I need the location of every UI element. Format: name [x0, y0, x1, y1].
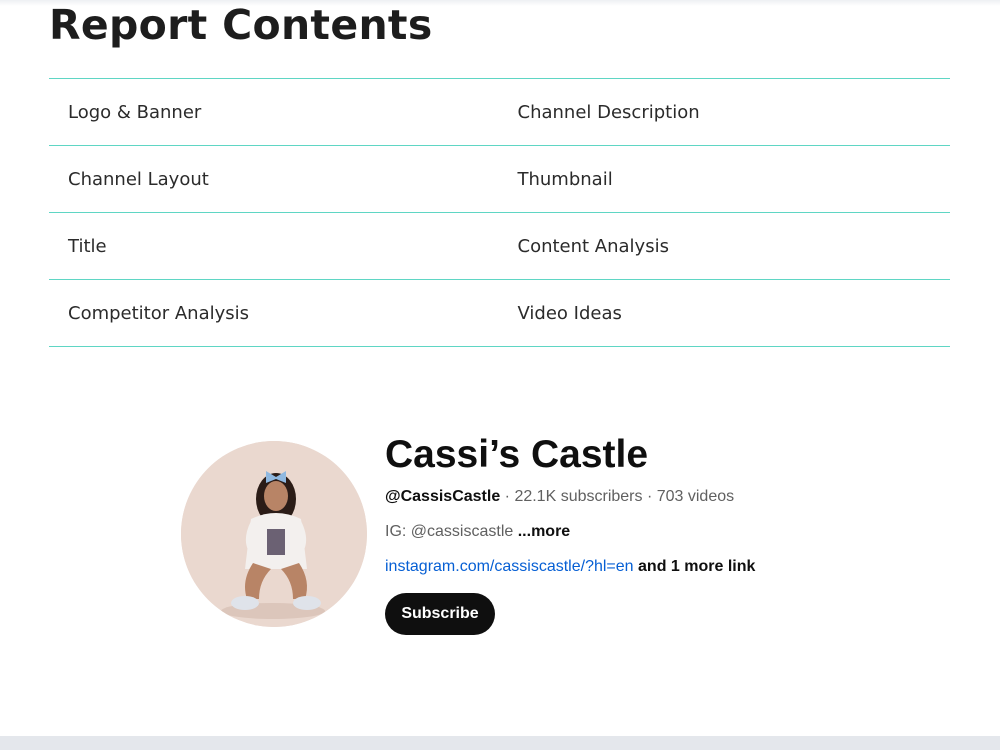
channel-description[interactable]: IG: @cassiscastle ...more — [385, 523, 570, 541]
bottom-bar — [0, 736, 1000, 750]
table-row: Channel Layout Thumbnail — [49, 146, 950, 213]
meta-separator: · — [500, 488, 515, 505]
contents-item-competitor-analysis: Competitor Analysis — [68, 302, 250, 324]
contents-item-content-analysis: Content Analysis — [517, 235, 669, 257]
report-contents-table: Logo & Banner Channel Description Channe… — [49, 78, 950, 347]
contents-item-logo-banner: Logo & Banner — [68, 101, 202, 123]
channel-header-screenshot: Cassi’s Castle @CassisCastle · 22.1K sub… — [180, 432, 820, 642]
contents-item-video-ideas: Video Ideas — [517, 302, 622, 324]
description-text: IG: @cassiscastle — [385, 523, 514, 540]
subscribe-button[interactable]: Subscribe — [385, 593, 495, 635]
contents-item-channel-description: Channel Description — [517, 101, 700, 123]
channel-meta: @CassisCastle · 22.1K subscribers · 703 … — [385, 488, 734, 506]
channel-avatar[interactable] — [181, 441, 367, 627]
subscriber-count: 22.1K subscribers — [514, 488, 643, 505]
contents-item-thumbnail: Thumbnail — [517, 168, 613, 190]
table-row: Logo & Banner Channel Description — [49, 79, 950, 146]
page-title: Report Contents — [49, 1, 433, 49]
avatar-person-illustration — [181, 441, 367, 627]
channel-handle[interactable]: @CassisCastle — [385, 488, 500, 505]
instagram-link[interactable]: instagram.com/cassiscastle/?hl=en — [385, 558, 634, 575]
more-links[interactable]: and 1 more link — [638, 558, 755, 575]
contents-item-title: Title — [68, 235, 107, 257]
more-link[interactable]: ...more — [518, 523, 570, 540]
contents-item-channel-layout: Channel Layout — [68, 168, 209, 190]
table-row: Title Content Analysis — [49, 213, 950, 280]
table-row: Competitor Analysis Video Ideas — [49, 280, 950, 347]
meta-separator: · — [642, 488, 657, 505]
channel-name: Cassi’s Castle — [385, 433, 649, 476]
video-count: 703 videos — [656, 488, 735, 505]
channel-links: instagram.com/cassiscastle/?hl=en and 1 … — [385, 558, 755, 576]
